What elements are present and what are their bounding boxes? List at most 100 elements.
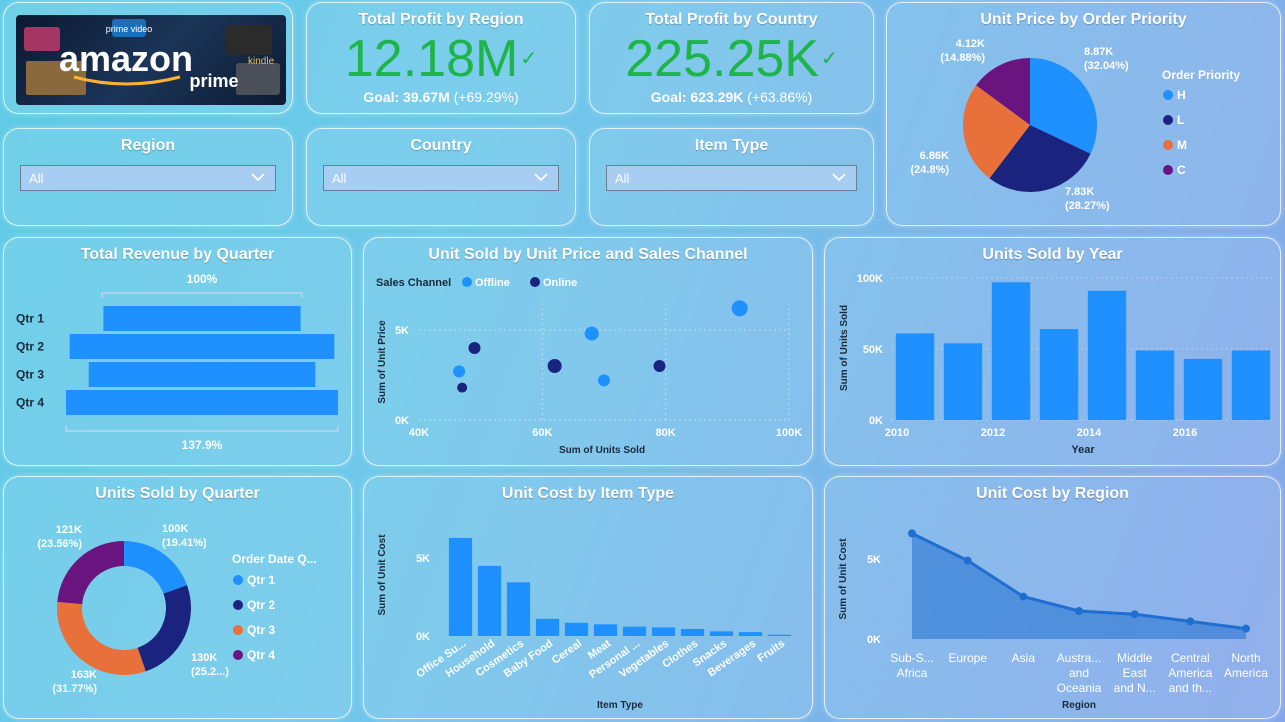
bar-item-type xyxy=(738,632,763,636)
scatter-point-offline xyxy=(584,326,599,341)
legend-marker xyxy=(233,575,243,585)
x-axis-label: Sum of Units Sold xyxy=(559,445,645,456)
legend-label-H: H xyxy=(1177,88,1186,102)
legend-marker-L xyxy=(1163,115,1173,125)
x-tick-label: 2010 xyxy=(885,427,909,439)
area-point xyxy=(963,556,972,565)
bar-item-type xyxy=(680,628,705,636)
scatter-point-online xyxy=(468,342,481,354)
bar-year-2011 xyxy=(943,343,983,420)
area-point xyxy=(1075,607,1083,615)
legend-label: Qtr 3 xyxy=(247,623,275,637)
area-point xyxy=(908,529,916,538)
bar-year-2013 xyxy=(1039,329,1079,420)
donut-slice-qtr-4 xyxy=(57,541,124,605)
donut-slice-qtr-2 xyxy=(137,585,192,672)
bar-year-2017 xyxy=(1231,350,1271,420)
amazon-prime-logo: prime video kindle amazon prime xyxy=(16,15,286,105)
x-axis-label: Region xyxy=(1062,700,1096,711)
x-tick-label: Middle East and N... xyxy=(1114,651,1156,695)
slice-pct-label: (14.88%) xyxy=(940,52,985,64)
kpi-country-value-row: 225.25K ✓ xyxy=(590,31,873,87)
x-tick-label: 40K xyxy=(409,427,429,439)
kpi-region-goal-delta: (+69.29%) xyxy=(453,89,519,105)
x-tick-label: 2016 xyxy=(1173,427,1197,439)
y-tick-label: 0K xyxy=(416,631,430,643)
kpi-country-value: 225.25K xyxy=(625,30,819,88)
x-tick-label: North America xyxy=(1224,651,1268,680)
legend-marker xyxy=(233,625,243,635)
bar-item-type xyxy=(593,624,618,636)
bar-item-type xyxy=(535,618,560,636)
slice-value-label: 6.86K xyxy=(920,150,949,162)
x-tick-label: 2014 xyxy=(1077,427,1102,439)
kpi-region-goal-label: Goal: 39.67M xyxy=(363,89,450,105)
slice-value-label: 4.12K xyxy=(956,38,985,50)
y-tick-label: 5K xyxy=(867,554,881,566)
slicer-country-title: Country xyxy=(410,137,472,154)
y-axis-label: Sum of Units Sold xyxy=(839,305,850,391)
funnel-bar-Qtr 1 xyxy=(103,306,301,331)
bar-year-2016 xyxy=(1183,358,1223,420)
units-quarter-card: Units Sold by Quarter 100K (19.41%) 130K (2… xyxy=(3,476,352,719)
slice-value-label: 121K xyxy=(56,524,82,536)
legend-marker-online xyxy=(530,277,540,287)
legend-label: Qtr 4 xyxy=(247,648,275,662)
bar-item-type xyxy=(506,582,531,636)
slice-pct-label: (19.41%) xyxy=(162,537,207,549)
scatter-point-online xyxy=(547,359,562,373)
kpi-region-value-row: 12.18M ✓ xyxy=(307,31,575,87)
x-tick-label: Europe xyxy=(948,651,987,665)
bar-item-type xyxy=(709,631,734,636)
slice-value-label: 8.87K xyxy=(1084,46,1113,58)
legend-title: Order Date Q... xyxy=(232,552,317,566)
scatter-point-online xyxy=(457,382,468,393)
x-tick-label: 100K xyxy=(776,427,802,439)
kpi-country-goal-label: Goal: 623.29K xyxy=(650,89,744,105)
cost-item-chart: 0K5KOffice Su...HouseholdCosmeticsBaby F… xyxy=(377,534,792,711)
slice-value-label: 100K xyxy=(162,523,188,535)
funnel-category-label: Qtr 1 xyxy=(16,312,44,326)
kpi-region-goal: Goal: 39.67M (+69.29%) xyxy=(307,89,575,105)
funnel-category-label: Qtr 2 xyxy=(16,340,44,354)
cost-region-card: Unit Cost by Region 0K 5K Sub-S... Africa Eu… xyxy=(824,476,1281,719)
funnel-category-label: Qtr 4 xyxy=(16,396,44,410)
x-tick-label: Cereal xyxy=(550,638,584,667)
x-tick-label: 80K xyxy=(656,427,676,439)
price-priority-chart: 8.87K (32.04%) 7.83K (28.27%) 6.86K (24.8%) 4.… xyxy=(910,38,1240,212)
item-type-dropdown[interactable]: All xyxy=(606,165,857,191)
logo-card: prime video kindle amazon prime xyxy=(3,2,293,114)
cost-item-card: Unit Cost by Item Type 0K 5K Office Su... H… xyxy=(363,476,813,719)
logo-artwork: prime video kindle amazon prime xyxy=(24,19,280,95)
country-dropdown[interactable]: All xyxy=(323,165,559,191)
slice-value-label: 7.83K xyxy=(1065,186,1094,198)
slice-value-label: 163K xyxy=(71,669,97,681)
bar-year-2015 xyxy=(1135,350,1175,420)
slice-pct-label: (25.2...) xyxy=(191,666,229,678)
legend-marker xyxy=(233,650,243,660)
y-axis-label: Sum of Unit Price xyxy=(377,320,388,404)
revenue-quarter-chart: 100% Qtr 1 Qtr 2 Qtr 3 Qtr 4 137.9% xyxy=(16,272,339,452)
bar-year-2012 xyxy=(991,282,1031,420)
x-tick-label: 60K xyxy=(532,427,552,439)
x-tick-label: Fruits xyxy=(755,638,787,665)
legend-label-L: L xyxy=(1177,113,1184,127)
y-tick-label: 0K xyxy=(869,415,883,427)
slice-value-label: 130K xyxy=(191,652,217,664)
legend-label-offline: Offline xyxy=(475,277,510,289)
x-tick-label: Asia xyxy=(1012,651,1036,665)
region-dropdown[interactable]: All xyxy=(20,165,276,191)
area-point xyxy=(1186,617,1195,626)
logo-badge2: kindle xyxy=(248,56,275,67)
x-tick-label: Austra... and Oceania xyxy=(1057,651,1102,695)
slicer-itemtype-card: Item Type All xyxy=(589,128,874,226)
funnel-top-label: 100% xyxy=(187,272,218,286)
region-dropdown-value: All xyxy=(29,171,44,186)
y-tick-label: 50K xyxy=(863,344,883,356)
kpi-country-title: Total Profit by Country xyxy=(645,11,818,28)
item-type-dropdown-value: All xyxy=(615,171,630,186)
scatter-point-offline xyxy=(453,365,466,378)
y-tick-label: 0K xyxy=(867,634,881,646)
logo-badge1: prime video xyxy=(106,24,153,34)
funnel-bar-Qtr 4 xyxy=(66,390,338,415)
